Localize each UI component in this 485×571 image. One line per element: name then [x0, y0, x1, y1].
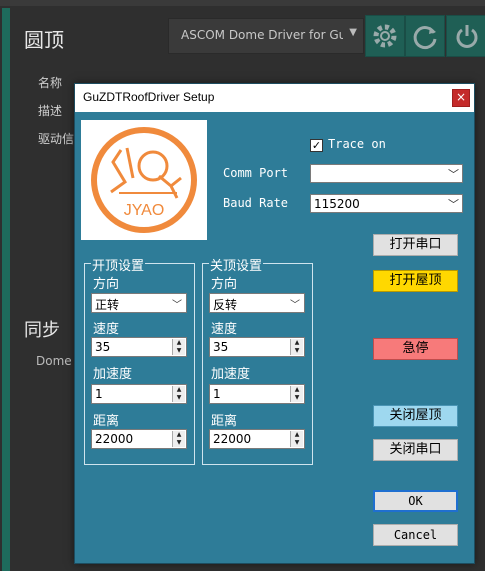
close-speed-label: 速度 [211, 322, 238, 337]
close-direction-select[interactable]: 反转 ﹀ [209, 293, 305, 313]
chevron-down-icon: ﹀ [172, 300, 182, 311]
page-title: 圆顶 [24, 28, 64, 52]
baud-rate-select[interactable]: 115200 ﹀ [310, 194, 463, 213]
close-port-button[interactable]: 关闭串口 [373, 439, 458, 461]
spin-arrows-icon[interactable]: ▲ ▼ [172, 339, 185, 355]
close-group-title: 关顶设置 [209, 255, 264, 274]
open-accel-input[interactable]: 1 ▲ ▼ [91, 384, 187, 404]
open-roof-button[interactable]: 打开屋顶 [373, 270, 458, 292]
open-speed-label: 速度 [93, 322, 120, 337]
name-label: 名称 [38, 76, 63, 90]
close-accel-value: 1 [213, 387, 221, 401]
top-strip [0, 0, 485, 6]
setup-dialog: GuZDTRoofDriver Setup × JYAO ✓ Trace on … [74, 83, 475, 564]
comm-port-label: Comm Port [223, 166, 289, 180]
description-label: 描述 [38, 104, 63, 118]
open-port-button[interactable]: 打开串口 [373, 234, 458, 256]
chevron-down-icon: ﹀ [448, 198, 459, 211]
close-roof-button[interactable]: 关闭屋顶 [373, 405, 458, 427]
side-accent-bar [2, 8, 10, 571]
ok-button[interactable]: OK [373, 490, 458, 512]
close-speed-value: 35 [213, 340, 229, 354]
open-speed-input[interactable]: 35 ▲ ▼ [91, 337, 187, 357]
spin-arrows-icon[interactable]: ▲ ▼ [290, 386, 303, 402]
close-accel-label: 加速度 [211, 367, 251, 382]
open-roof-group: 开顶设置 方向 正转 ﹀ 速度 35 ▲ ▼ 加速度 1 ▲ ▼ 距离 22000 … [84, 255, 195, 465]
open-direction-label: 方向 [93, 277, 120, 292]
sync-section-title: 同步 [24, 320, 60, 341]
refresh-icon[interactable] [405, 15, 445, 57]
power-icon[interactable] [446, 15, 485, 57]
dialog-titlebar: GuZDTRoofDriver Setup × [75, 84, 474, 112]
cancel-button[interactable]: Cancel [373, 524, 458, 546]
spin-arrows-icon[interactable]: ▲ ▼ [290, 339, 303, 355]
open-accel-label: 加速度 [93, 367, 133, 382]
open-group-title: 开顶设置 [91, 255, 146, 274]
close-distance-value: 22000 [213, 432, 252, 446]
emergency-stop-button[interactable]: 急停 [373, 338, 458, 360]
jyao-logo: JYAO [81, 120, 207, 240]
close-button[interactable]: × [452, 89, 470, 107]
chevron-down-icon: ﹀ [448, 168, 459, 181]
chevron-down-icon: ﹀ [290, 300, 300, 311]
close-direction-value: 反转 [213, 298, 238, 312]
open-speed-value: 35 [95, 340, 111, 354]
open-distance-label: 距离 [93, 414, 120, 429]
driver-select-value: ASCOM Dome Driver for GuZDT [181, 28, 343, 42]
comm-port-select[interactable]: ﹀ [310, 164, 463, 183]
baud-rate-label: Baud Rate [223, 196, 289, 210]
driver-select[interactable]: ASCOM Dome Driver for GuZDT ▼ [168, 18, 364, 54]
close-distance-label: 距离 [211, 414, 238, 429]
spin-arrows-icon[interactable]: ▲ ▼ [290, 431, 303, 447]
open-direction-select[interactable]: 正转 ﹀ [91, 293, 187, 313]
close-direction-label: 方向 [211, 277, 238, 292]
chevron-down-icon: ▼ [349, 27, 357, 38]
open-distance-input[interactable]: 22000 ▲ ▼ [91, 429, 187, 449]
baud-rate-value: 115200 [314, 197, 360, 211]
close-distance-input[interactable]: 22000 ▲ ▼ [209, 429, 305, 449]
driver-info-label: 驱动信 [38, 132, 75, 146]
open-distance-value: 22000 [95, 432, 134, 446]
spin-arrows-icon[interactable]: ▲ ▼ [172, 386, 185, 402]
open-accel-value: 1 [95, 387, 103, 401]
trace-checkbox[interactable]: ✓ [310, 139, 323, 152]
open-direction-value: 正转 [95, 298, 120, 312]
trace-label: Trace on [328, 137, 386, 151]
dialog-title: GuZDTRoofDriver Setup [83, 90, 215, 104]
gear-icon[interactable] [365, 15, 405, 57]
logo-text: JYAO [124, 202, 165, 219]
close-accel-input[interactable]: 1 ▲ ▼ [209, 384, 305, 404]
spin-arrows-icon[interactable]: ▲ ▼ [172, 431, 185, 447]
close-roof-group: 关顶设置 方向 反转 ﹀ 速度 35 ▲ ▼ 加速度 1 ▲ ▼ 距离 22000 … [202, 255, 313, 465]
close-speed-input[interactable]: 35 ▲ ▼ [209, 337, 305, 357]
